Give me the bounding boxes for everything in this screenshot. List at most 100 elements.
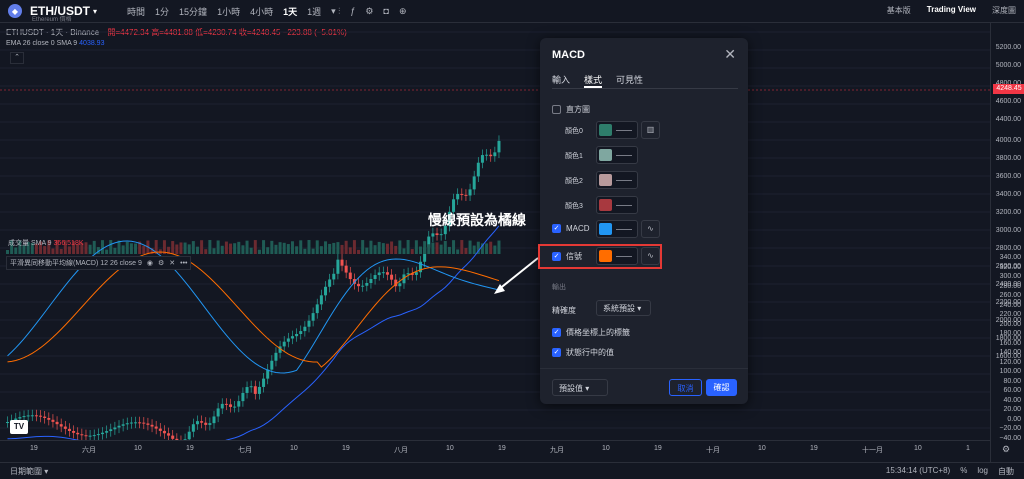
add-icon[interactable]: ⊕ [399, 6, 407, 17]
volume-bar [224, 241, 228, 254]
tab-visibility[interactable]: 可見性 [616, 73, 643, 88]
precision-select[interactable]: 系統預設 ▾ [596, 300, 651, 316]
volume-bar [109, 240, 113, 254]
tradingview-logo-icon[interactable]: TV [10, 420, 28, 434]
price-axis-label: 3400.00 [995, 191, 1021, 198]
tab-inputs[interactable]: 輸入 [552, 73, 570, 88]
cancel-button[interactable]: 取消 [669, 379, 702, 396]
auto-toggle[interactable]: 自動 [998, 466, 1014, 477]
timeframe-item[interactable]: 4小時 [250, 5, 273, 18]
volume-bar [344, 240, 348, 254]
color3-picker[interactable] [596, 196, 638, 214]
candle-body [245, 387, 249, 393]
bottom-right: 15:34:14 (UTC+8) % log 自動 [886, 466, 1014, 477]
volume-bar [352, 240, 356, 254]
macd-checkbox[interactable]: ✓ [552, 224, 561, 233]
symbol-dropdown-icon[interactable]: ▾ [93, 7, 97, 16]
candle-body [26, 415, 30, 417]
timeframe-item[interactable]: 1分 [155, 5, 169, 18]
candle-body [249, 386, 253, 388]
candle-body [439, 234, 443, 236]
volume-bar [134, 243, 138, 254]
candle-body [92, 435, 96, 437]
volume-bar [373, 245, 377, 254]
macd-settings-dialog: MACD ✕ 輸入 樣式 可見性 直方圖 顏色0 ▥ 顏色1 顏色2 顏色3 ✓… [540, 38, 748, 404]
macd-line-row[interactable]: ✓ MACD [552, 224, 590, 233]
color2-picker[interactable] [596, 171, 638, 189]
candle-body [332, 273, 336, 280]
color1-label: 顏色1 [565, 153, 583, 160]
histogram-row[interactable]: 直方圖 [552, 104, 590, 115]
volume-bar [14, 247, 18, 254]
time-axis-label: 10 [134, 445, 142, 452]
status-line-row[interactable]: ✓ 狀態行中的值 [552, 347, 614, 358]
histogram-style-icon[interactable]: ▥ [641, 121, 660, 139]
volume-bar [253, 240, 257, 254]
ok-button[interactable]: 確認 [706, 379, 737, 396]
volume-bar [472, 245, 476, 254]
color3-swatch [599, 199, 612, 211]
timeframe-item[interactable]: 1小時 [217, 5, 240, 18]
settings-icon[interactable]: ⚙ [365, 6, 373, 17]
volume-bar [241, 245, 245, 254]
candle-body [146, 423, 150, 425]
time-axis[interactable]: 19 六月 10 19 七月 10 19 八月 10 19 九月 10 19 十月 10 19 十一月 10 1 [0, 440, 990, 455]
percent-toggle[interactable]: % [960, 466, 967, 477]
volume-bar [175, 244, 179, 254]
candle-body [468, 189, 472, 196]
camera-icon[interactable]: ◘ [384, 6, 389, 16]
macd-line-label: MACD [566, 224, 590, 233]
macd-axis-label: 340.00 [999, 254, 1021, 261]
color1-picker[interactable] [596, 146, 638, 164]
macd-color-picker[interactable] [596, 220, 638, 238]
price-axis-label: 2800.00 [995, 245, 1021, 252]
line-style-icon[interactable]: ∿ [641, 220, 660, 238]
basic-view-link[interactable]: 基本版 [887, 5, 911, 16]
volume-bar [414, 240, 418, 254]
chart-canvas[interactable] [0, 22, 990, 440]
chart-type-icon[interactable]: ▾ ⫶ [331, 6, 340, 17]
tradingview-link[interactable]: Trading View [927, 5, 976, 16]
date-range-label: 日期範圍 [10, 467, 42, 476]
candle-body [204, 422, 208, 425]
candle-body [464, 194, 468, 196]
histogram-checkbox[interactable] [552, 105, 561, 114]
volume-bar [278, 242, 282, 254]
price-axis[interactable]: 5200.005000.004800.004600.004400.004000.… [990, 22, 1024, 462]
defaults-select[interactable]: 預設值 ▾ [552, 379, 608, 396]
candle-body [67, 428, 71, 432]
time-axis-label: 九月 [550, 447, 564, 454]
price-axis-label: 5200.00 [995, 44, 1021, 51]
volume-bar [6, 250, 9, 254]
price-scale-label-row[interactable]: ✓ 價格坐標上的標籤 [552, 327, 630, 338]
macd-legend: 平滑異同移動平均線(MACD) 12 26 close 9 ◉ ⚙ ✕ ••• [6, 256, 192, 270]
macd-axis-label: 300.00 [999, 273, 1021, 280]
indicators-icon[interactable]: ƒ [350, 6, 355, 16]
timeframe-item[interactable]: 時間 [127, 5, 145, 18]
candle-body [117, 425, 121, 428]
volume-bar [204, 249, 208, 254]
volume-bar [125, 241, 129, 254]
status-line-checkbox[interactable]: ✓ [552, 348, 561, 357]
timeframe-item[interactable]: 1週 [307, 5, 321, 18]
eye-icon[interactable]: ◉ [147, 259, 153, 267]
more-icon[interactable]: ••• [180, 260, 187, 267]
date-range-button[interactable]: 日期範圍 ▾ [10, 466, 48, 477]
candle-body [39, 415, 43, 417]
gear-icon[interactable]: ⚙ [158, 259, 164, 267]
timeframe-item[interactable]: 15分鐘 [179, 5, 207, 18]
volume-bar [105, 249, 109, 254]
close-icon[interactable]: ✕ [169, 259, 175, 267]
price-label-checkbox[interactable]: ✓ [552, 328, 561, 337]
axis-settings-icon[interactable]: ⚙ [1002, 444, 1010, 455]
color0-picker[interactable] [596, 121, 638, 139]
tab-style[interactable]: 樣式 [584, 73, 603, 88]
timeframe-item-active[interactable]: 1天 [283, 5, 297, 18]
log-toggle[interactable]: log [977, 466, 988, 477]
volume-bar [307, 240, 311, 254]
depth-chart-link[interactable]: 深度圖 [992, 5, 1016, 16]
close-icon[interactable]: ✕ [724, 46, 736, 63]
candle-body [109, 429, 113, 432]
macd-axis-label: 100.00 [999, 368, 1021, 375]
candle-body [158, 428, 162, 431]
